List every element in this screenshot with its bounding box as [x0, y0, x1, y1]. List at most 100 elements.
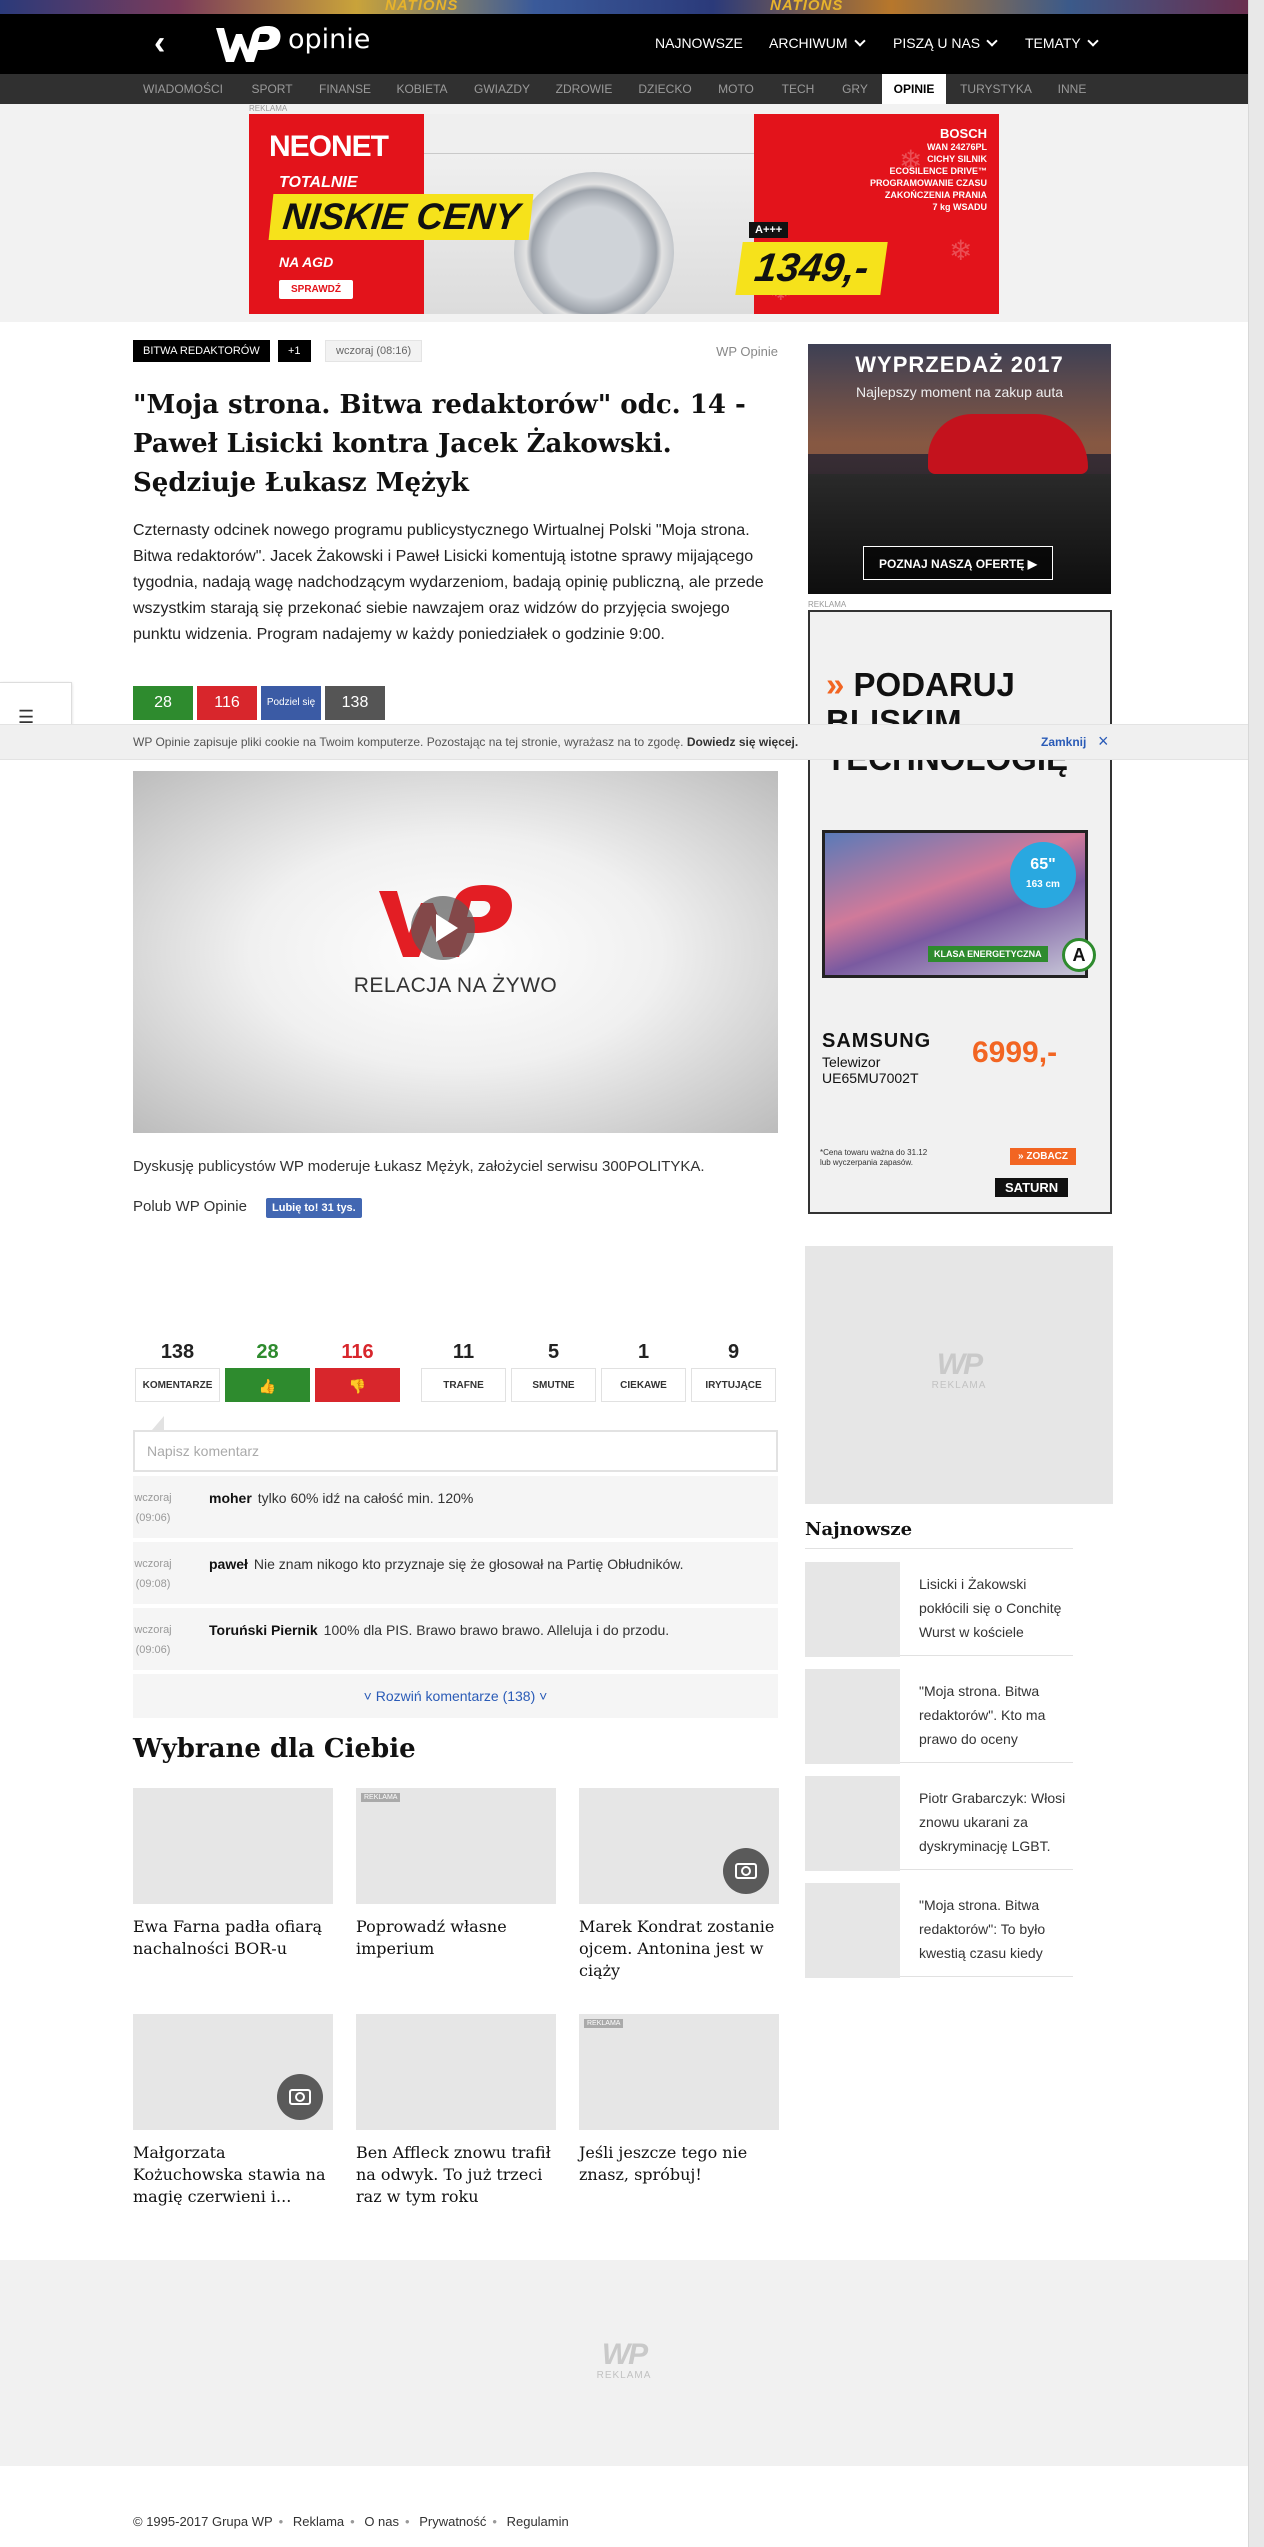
article-source[interactable]: WP Opinie	[716, 344, 778, 359]
article-title: "Moja strona. Bitwa redaktorów" odc. 14 …	[133, 390, 746, 498]
subnav-zdrowie[interactable]: ZDROWIE	[544, 74, 624, 104]
snowflake-icon: ❄	[949, 235, 973, 266]
newest-item[interactable]: Lisicki i Żakowski pokłócili się o Conch…	[805, 1550, 1073, 1657]
reaction-like[interactable]: 28 👍	[225, 1338, 310, 1402]
nav-najnowsze[interactable]: NAJNOWSZE	[655, 35, 743, 51]
subnav-kobieta[interactable]: KOBIETA	[384, 74, 460, 104]
ad-product-brand: BOSCH	[940, 126, 987, 141]
subnav-tech[interactable]: TECH	[768, 74, 828, 104]
tag-more[interactable]: +1	[278, 340, 311, 362]
video-live-label: RELACJA NA ŻYWO	[353, 974, 558, 997]
footer-copyright: © 1995-2017 Grupa WP	[133, 2514, 273, 2529]
subnav-opinie[interactable]: OPINIE	[882, 74, 946, 104]
subnav-turystyka[interactable]: TURYSTYKA	[950, 74, 1042, 104]
nav-pisza-u-nas[interactable]: PISZĄ U NAS	[893, 35, 998, 51]
reaction-ciekawe[interactable]: 1 CIEKAWE	[601, 1338, 686, 1402]
nav-tematy[interactable]: TEMATY	[1025, 35, 1099, 51]
subnav-dziecko[interactable]: DZIECKO	[626, 74, 704, 104]
comment-author[interactable]: moher	[209, 1490, 252, 1506]
video-player[interactable]: RELACJA NA ŻYWO	[133, 771, 778, 1133]
picked-card[interactable]: Ben Affleck znowu trafił na odwyk. To ju…	[356, 2014, 556, 2208]
tv-ad-cta-button[interactable]: » ZOBACZ	[1010, 1148, 1076, 1165]
subnav-sport[interactable]: SPORT	[237, 74, 307, 104]
newest-thumbnail	[805, 1562, 900, 1657]
back-arrow-icon[interactable]: ‹	[154, 26, 184, 60]
like-button[interactable]: 28	[133, 686, 193, 720]
play-icon[interactable]	[411, 896, 475, 960]
comment-body: Toruński Piernik 100% dla PIS. Brawo braw…	[209, 1622, 759, 1638]
sidebar-tv-ad[interactable]: » PODARUJ BLISKIM TECHNOLOGIĘ 65" 163 cm…	[808, 610, 1112, 1214]
picked-card[interactable]: Małgorzata Kożuchowska stawia na magię c…	[133, 2014, 333, 2208]
ad-feature: ECOSILENCE DRIVE™	[889, 166, 987, 176]
wp-logo: WP	[601, 2338, 648, 2371]
tv-ad-headline: » PODARUJ BLISKIM TECHNOLOGIĘ	[826, 666, 1068, 777]
comment-body: moher tylko 60% idź na całość min. 120%	[209, 1490, 759, 1506]
subnav-finanse[interactable]: FINANSE	[310, 74, 380, 104]
newest-heading: Najnowsze	[805, 1519, 913, 1540]
subnav-inne[interactable]: INNE	[1044, 74, 1100, 104]
ad-line1: TOTALNIE	[279, 174, 358, 191]
reaction-comments[interactable]: 138 KOMENTARZE	[135, 1338, 220, 1402]
cookie-close-button[interactable]: Zamknij	[1041, 735, 1086, 749]
reaction-trafne[interactable]: 11 TRAFNE	[421, 1338, 506, 1402]
comment-input[interactable]	[133, 1430, 778, 1472]
sidebar-ad-placeholder: WP REKLAMA	[805, 1246, 1113, 1504]
subnav-moto[interactable]: MOTO	[706, 74, 766, 104]
newest-thumbnail	[805, 1776, 900, 1871]
sidebar-car-ad[interactable]: WYPRZEDAŻ 2017 Najlepszy moment na zakup…	[808, 344, 1111, 594]
reaction-label: IRYTUJĄCE	[691, 1368, 776, 1402]
wp-logo[interactable]	[212, 20, 284, 68]
footer-link-reklama[interactable]: Reklama	[293, 2514, 344, 2529]
tv-brand: SAMSUNG	[822, 1030, 932, 1052]
page-scrollbar[interactable]	[1248, 0, 1264, 2547]
footer-link-o-nas[interactable]: O nas	[364, 2514, 399, 2529]
footer-separator: •	[278, 2514, 284, 2529]
chevron-down-icon	[1087, 35, 1099, 47]
ad-cta-button[interactable]: SPRAWDŹ	[279, 280, 353, 299]
card-thumbnail	[579, 1788, 779, 1904]
ad-product-info: BOSCH WAN 24276PL CICHY SILNIK ECOSILENC…	[867, 126, 987, 213]
newest-item[interactable]: "Moja strona. Bitwa redaktorów": To było…	[805, 1871, 1073, 1978]
nav-archiwum-label: ARCHIWUM	[769, 35, 848, 51]
ad-badge: REKLAMA	[361, 1793, 401, 1802]
close-icon[interactable]: ×	[1098, 732, 1109, 750]
newest-item[interactable]: "Moja strona. Bitwa redaktorów". Kto ma …	[805, 1657, 1073, 1764]
ad-brand: NEONET	[269, 130, 389, 163]
cookie-more-link[interactable]: Dowiedz się więcej.	[687, 735, 798, 749]
section-logo-text[interactable]: opinie	[288, 24, 370, 55]
subnav-gry[interactable]: GRY	[830, 74, 880, 104]
newest-title: Piotr Grabarczyk: Włosi znowu ukarani za…	[919, 1790, 1066, 1854]
subnav-wiadomosci[interactable]: WIADOMOŚCI	[133, 74, 233, 104]
energy-class-badge: A	[1062, 938, 1096, 972]
tag-bitwa-redaktorow[interactable]: BITWA REDAKTORÓW	[133, 340, 270, 362]
car-ad-subheadline: Najlepszy moment na zakup auta	[856, 384, 1063, 400]
ad-price: 1349,-	[735, 242, 889, 295]
nav-archiwum[interactable]: ARCHIWUM	[769, 35, 866, 51]
dislike-button[interactable]: 116	[197, 686, 257, 720]
share-button[interactable]: Podziel się	[261, 686, 321, 720]
newest-item[interactable]: Piotr Grabarczyk: Włosi znowu ukarani za…	[805, 1764, 1073, 1871]
car-ad-cta-button[interactable]: POZNAJ NASZĄ OFERTĘ ▶	[863, 546, 1053, 580]
subnav-gwiazdy[interactable]: GWIAZDY	[462, 74, 542, 104]
reaction-dislike[interactable]: 116 👎	[315, 1338, 400, 1402]
footer-link-regulamin[interactable]: Regulamin	[507, 2514, 569, 2529]
comment-author[interactable]: Toruński Piernik	[209, 1622, 318, 1638]
comment-author[interactable]: paweł	[209, 1556, 248, 1572]
reaction-smutne[interactable]: 5 SMUTNE	[511, 1338, 596, 1402]
reactions-bar: 138 KOMENTARZE 28 👍 116 👎 11 TRAFNE 5 SMUTNE …	[133, 1338, 778, 1408]
reaction-irytujace[interactable]: 9 IRYTUJĄCE	[691, 1338, 776, 1402]
comment-field[interactable]	[135, 1432, 776, 1470]
expand-comments-link[interactable]: ˅ Rozwiń komentarze (138) ˅	[133, 1674, 778, 1718]
picked-card[interactable]: REKLAMA Poprowadź własne imperium	[356, 1788, 556, 1960]
neonet-ad-banner[interactable]: ❄ ❄ ❄ NEONET TOTALNIE NISKIE CENY NA AGD…	[249, 114, 999, 314]
fb-like-button[interactable]: Lubię to! 31 tys.	[266, 1198, 362, 1218]
picked-card[interactable]: Ewa Farna padła ofiarą nachalności BOR-u	[133, 1788, 333, 1960]
comments-count-button[interactable]: 138	[325, 686, 385, 720]
footer-link-prywatnosc[interactable]: Prywatność	[419, 2514, 486, 2529]
footer-separator: •	[492, 2514, 497, 2529]
picked-card[interactable]: Marek Kondrat zostanie ojcem. Antonina j…	[579, 1788, 779, 1982]
picked-card[interactable]: REKLAMA Jeśli jeszcze tego nie znasz, sp…	[579, 2014, 779, 2186]
top-banner-strip[interactable]: NATIONS NATIONS	[0, 0, 1248, 14]
cookie-message: WP Opinie zapisuje pliki cookie na Twoim…	[133, 735, 684, 749]
reaction-label: CIEKAWE	[601, 1368, 686, 1402]
